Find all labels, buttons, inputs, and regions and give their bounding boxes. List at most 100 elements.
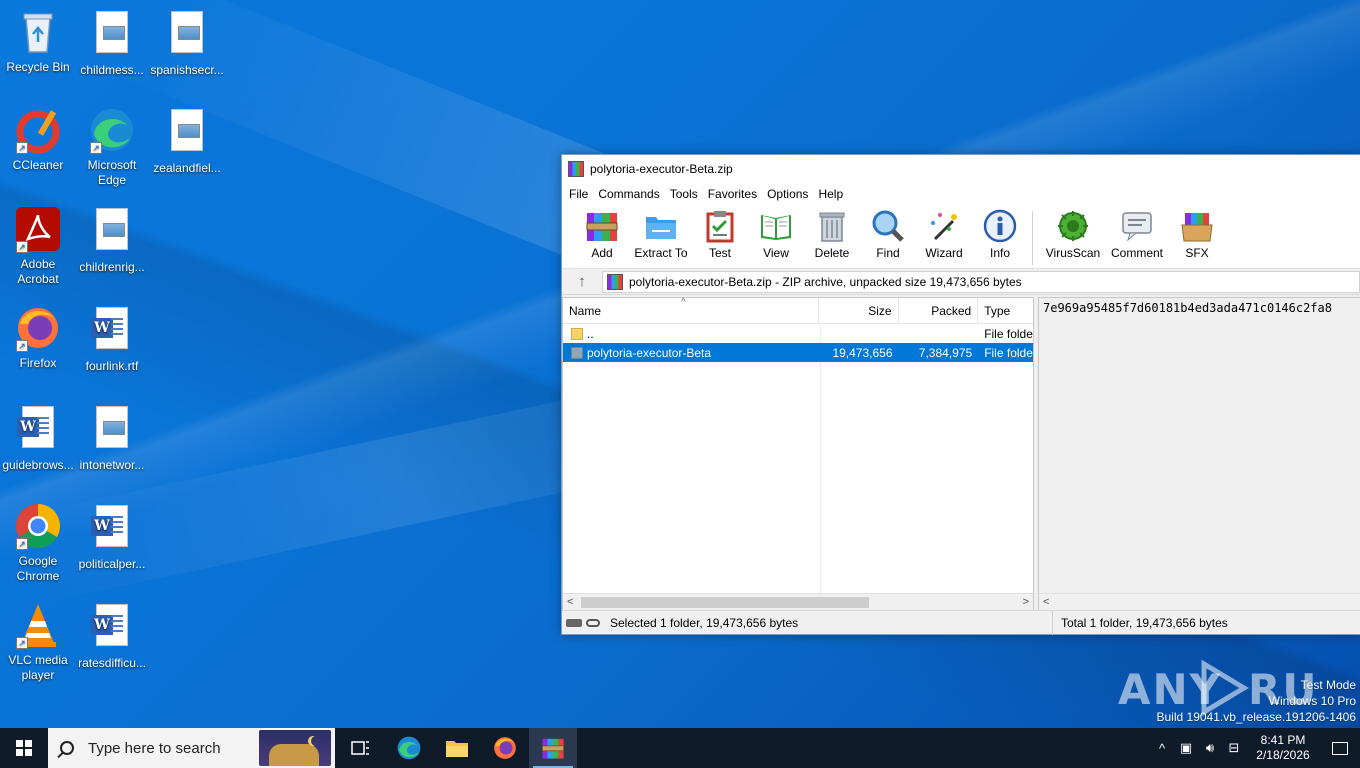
task-view-button[interactable] <box>337 728 385 768</box>
desktop-icon-label: Microsoft Edge <box>87 158 137 187</box>
menu-favorites[interactable]: Favorites <box>703 187 762 201</box>
file-list[interactable]: Name ^ Size Packed Type .. File folder p… <box>562 297 1034 611</box>
desktop-icon-childmess[interactable]: childmess... <box>74 8 150 78</box>
chrome-icon: ↗ <box>14 502 62 550</box>
desktop-icon-google-chrome[interactable]: ↗ Google Chrome <box>0 502 76 584</box>
archive-path-field[interactable]: polytoria-executor-Beta.zip - ZIP archiv… <box>602 270 1360 293</box>
taskbar-edge[interactable] <box>385 728 433 768</box>
desktop-icon-label: childrenrig... <box>79 260 145 274</box>
info-button[interactable]: Info <box>972 209 1028 260</box>
desktop-icon-recycle-bin[interactable]: Recycle Bin <box>0 8 76 75</box>
desktop-icon-label: Google Chrome <box>16 554 60 583</box>
desktop-icon-label: zealandfiel... <box>153 161 221 175</box>
sort-ascending-icon: ^ <box>681 296 686 308</box>
desktop-icon-microsoft-edge[interactable]: ↗ Microsoft Edge <box>74 106 150 188</box>
word-doc-icon: W <box>88 307 136 355</box>
comment-horizontal-scrollbar[interactable]: < <box>1039 593 1360 610</box>
taskbar-search-box[interactable]: Type here to search <box>48 728 335 768</box>
acrobat-icon: ↗ <box>14 205 62 253</box>
menu-options[interactable]: Options <box>762 187 813 201</box>
desktop-icon-label: fourlink.rtf <box>85 359 139 373</box>
clock[interactable]: 8:41 PM 2/18/2026 <box>1246 733 1320 763</box>
action-center-button[interactable] <box>1320 728 1360 768</box>
desktop-icon-vlc[interactable]: ↗ VLC media player <box>0 601 76 683</box>
virus-bug-icon <box>1056 209 1090 243</box>
extract-to-button[interactable]: Extract To <box>630 209 692 260</box>
start-button[interactable] <box>0 728 48 768</box>
scroll-left-icon[interactable]: < <box>567 594 573 611</box>
toolbar-separator <box>1032 211 1033 265</box>
virusscan-label: VirusScan <box>1045 246 1101 260</box>
network-icon[interactable]: ⊟ <box>1222 740 1246 756</box>
open-book-icon <box>759 209 793 243</box>
word-doc-icon: W <box>14 406 62 454</box>
test-button[interactable]: Test <box>692 209 748 260</box>
taskbar: Type here to search ^ ▣ 🔊︎ ⊟ 8:41 PM 2/1… <box>0 728 1360 768</box>
desktop-icon-guidebrows[interactable]: W guidebrows... <box>0 403 76 473</box>
word-doc-icon: W <box>88 505 136 553</box>
horizontal-scrollbar[interactable]: < > <box>563 593 1033 610</box>
desktop-icon-childrenrig[interactable]: childrenrig... <box>74 205 150 275</box>
image-file-icon <box>163 11 211 59</box>
edge-icon <box>397 736 421 760</box>
meet-now-icon[interactable]: ▣ <box>1174 740 1198 756</box>
shortcut-arrow-icon: ↗ <box>90 142 102 154</box>
desktop-icon-intonetwor[interactable]: intonetwor... <box>74 403 150 473</box>
vlc-icon: ↗ <box>14 601 62 649</box>
menu-tools[interactable]: Tools <box>665 187 703 201</box>
winrar-window[interactable]: polytoria-executor-Beta.zip File Command… <box>561 154 1360 635</box>
comment-button[interactable]: Comment <box>1105 209 1169 260</box>
wizard-button[interactable]: Wizard <box>916 209 972 260</box>
add-button[interactable]: Add <box>574 209 630 260</box>
desktop-icon-firefox[interactable]: ↗ Firefox <box>0 304 76 371</box>
scroll-right-icon[interactable]: > <box>1023 594 1029 611</box>
desktop-icon-label: spanishsecr... <box>150 63 224 77</box>
drive-icon <box>566 618 582 627</box>
archive-comment-text: 7e969a95485f7d60181b4ed3ada471c0146c2fa8 <box>1043 301 1332 315</box>
desktop-icon-ratesdifficu[interactable]: W ratesdifficu... <box>74 601 150 671</box>
column-size[interactable]: Size <box>819 297 899 324</box>
status-selected: Selected 1 folder, 19,473,656 bytes <box>610 615 799 630</box>
desktop-icon-spanishsecr[interactable]: spanishsecr... <box>149 8 225 78</box>
column-size-label: Size <box>868 303 892 318</box>
table-row[interactable]: .. File folder <box>563 324 1033 343</box>
up-arrow-icon[interactable]: ↑ <box>562 273 602 290</box>
archive-path-text: polytoria-executor-Beta.zip - ZIP archiv… <box>629 274 1022 289</box>
comment-label: Comment <box>1110 246 1163 260</box>
desktop-icon-fourlink[interactable]: W fourlink.rtf <box>74 304 150 374</box>
taskbar-firefox[interactable] <box>481 728 529 768</box>
taskbar-file-explorer[interactable] <box>433 728 481 768</box>
scroll-left-icon[interactable]: < <box>1043 594 1049 611</box>
speaker-icon[interactable]: 🔊︎ <box>1198 740 1222 756</box>
menu-help[interactable]: Help <box>813 187 848 201</box>
watermark-line: Build 19041.vb_release.191206-1406 <box>1156 710 1357 724</box>
table-row-selected[interactable]: polytoria-executor-Beta 19,473,656 7,384… <box>563 343 1033 362</box>
desktop-icon-politicalper[interactable]: W politicalper... <box>74 502 150 572</box>
view-button[interactable]: View <box>748 209 804 260</box>
virusscan-button[interactable]: VirusScan <box>1041 209 1105 260</box>
menu-file[interactable]: File <box>564 187 593 201</box>
window-titlebar[interactable]: polytoria-executor-Beta.zip <box>562 155 1360 183</box>
sfx-button[interactable]: SFX <box>1169 209 1225 260</box>
scrollbar-thumb[interactable] <box>581 597 869 608</box>
delete-button[interactable]: Delete <box>804 209 860 260</box>
column-name[interactable]: Name ^ <box>563 297 819 324</box>
ccleaner-icon: ↗ <box>14 106 62 154</box>
desktop-icon-zealandfiel[interactable]: zealandfiel... <box>149 106 225 176</box>
chevron-up-icon[interactable]: ^ <box>1150 741 1174 756</box>
test-mode-watermark: Test Mode Windows 10 Pro Build 19041.vb_… <box>1157 677 1357 725</box>
notification-icon <box>1332 741 1348 755</box>
menu-commands[interactable]: Commands <box>593 187 664 201</box>
find-button[interactable]: Find <box>860 209 916 260</box>
archive-comment-pane[interactable]: 7e969a95485f7d60181b4ed3ada471c0146c2fa8… <box>1038 297 1360 611</box>
desktop-icon-ccleaner[interactable]: ↗ CCleaner <box>0 106 76 173</box>
column-type[interactable]: Type <box>978 298 1033 324</box>
shortcut-arrow-icon: ↗ <box>16 142 28 154</box>
taskbar-winrar[interactable] <box>529 728 577 768</box>
desktop-icon-adobe-acrobat[interactable]: ↗ Adobe Acrobat <box>0 205 76 287</box>
column-packed[interactable]: Packed <box>899 297 979 324</box>
column-type-label: Type <box>984 303 1011 318</box>
search-icon <box>60 741 74 755</box>
firefox-icon <box>494 737 516 759</box>
add-label: Add <box>591 246 613 260</box>
